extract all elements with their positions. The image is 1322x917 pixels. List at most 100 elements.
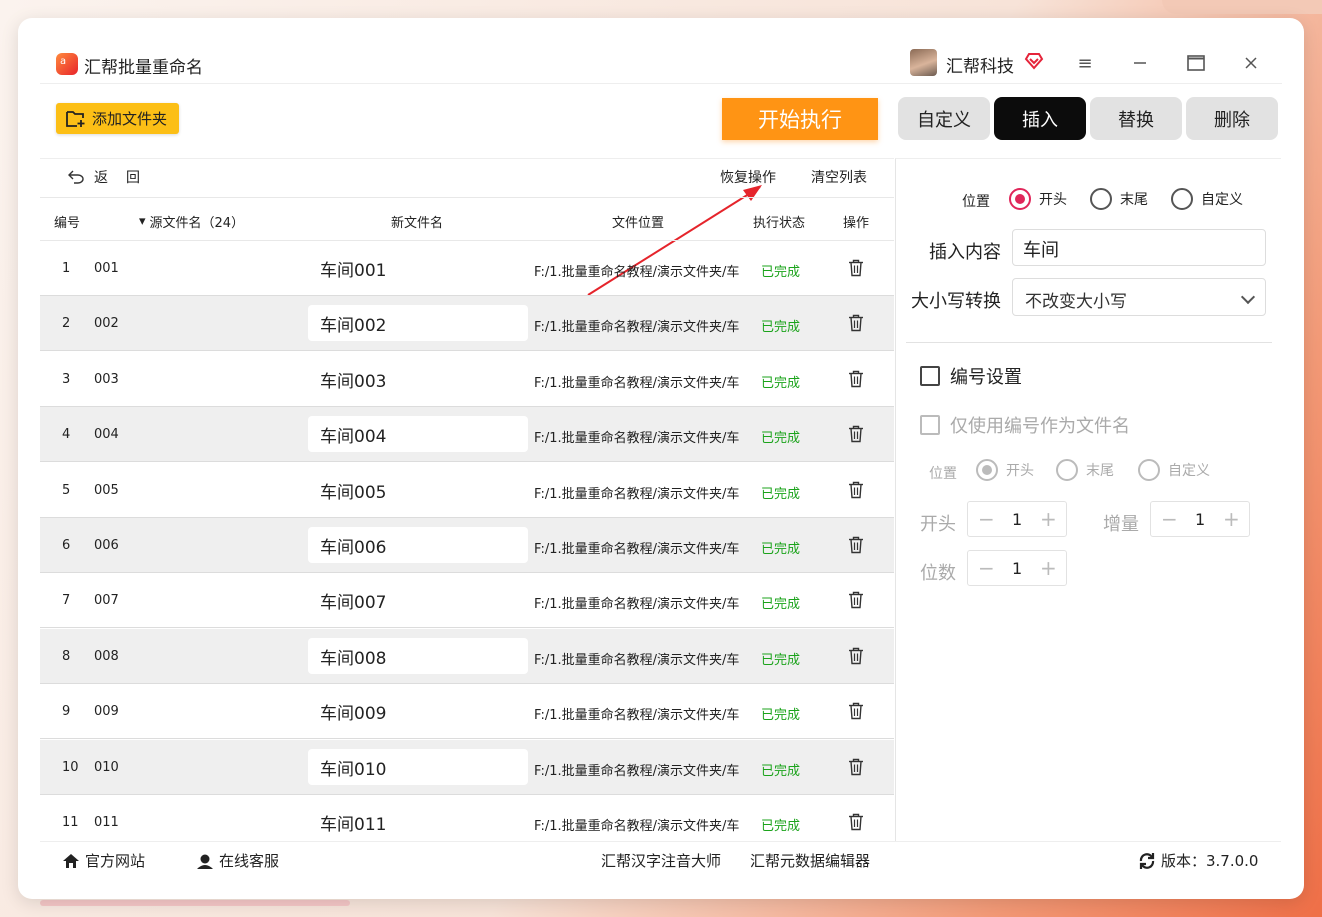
tab-replace[interactable]: 替换 [1090,97,1182,140]
add-folder-button[interactable]: 添加文件夹 [56,103,179,134]
back-button[interactable]: 返 回 [68,167,140,187]
row-file-location: F:/1.批量重命名教程/演示文件夹/车 [534,542,740,557]
step-stepper[interactable]: −1 + [1150,501,1250,537]
row-new-name-field[interactable]: 车间008 [308,637,528,674]
num-radio-end[interactable]: 末尾 [1056,459,1114,481]
num-radio-start[interactable]: 开头 [976,459,1034,481]
row-source-name: 006 [94,538,119,553]
divider [906,342,1272,343]
insert-content-label: 插入内容 [929,242,1001,263]
website-link[interactable]: 官方网站 [62,850,145,871]
start-button[interactable]: 开始执行 [722,98,878,140]
plus-icon[interactable]: + [1040,507,1057,531]
num-position-label: 位置 [929,466,957,482]
row-new-name-field[interactable]: 车间002 [308,305,528,342]
row-new-name-field[interactable]: 车间007 [308,582,528,618]
row-status: 已完成 [761,486,801,502]
tool-link-pinyin[interactable]: 汇帮汉字注音大师 [601,850,721,871]
trash-icon[interactable] [848,481,864,499]
vip-heart-icon[interactable] [1024,51,1044,71]
table-row[interactable]: 6 006 车间006 F:/1.批量重命名教程/演示文件夹/车 已完成 [40,518,894,573]
file-list-panel: 返 回 恢复操作 清空列表 编号 ▾ 源文件名（24） 新文件名 文件位置 执行… [40,158,894,841]
user-name[interactable]: 汇帮科技 [946,52,1014,77]
row-file-location: F:/1.批量重命名教程/演示文件夹/车 [534,597,740,613]
row-status: 已完成 [761,375,801,391]
support-icon [197,854,213,869]
table-row[interactable]: 1 001 车间001 F:/1.批量重命名教程/演示文件夹/车 已完成 [40,241,894,296]
minus-icon[interactable]: − [978,556,995,580]
trash-icon[interactable] [848,425,864,443]
row-source-name: 008 [94,648,119,664]
trash-icon[interactable] [848,259,864,277]
chevron-down-icon [1240,289,1256,305]
menu-icon[interactable]: ≡ [1070,48,1100,78]
table-row[interactable]: 4 004 车间004 F:/1.批量重命名教程/演示文件夹/车 已完成 [40,407,894,463]
row-source-name: 007 [94,593,119,609]
trash-icon[interactable] [848,647,864,665]
row-new-name-field[interactable]: 车间004 [308,416,528,453]
case-select[interactable]: 不改变大小写 [1012,278,1266,316]
row-source-name: 003 [94,371,119,387]
table-row[interactable]: 7 007 车间007 F:/1.批量重命名教程/演示文件夹/车 已完成 [40,573,894,629]
num-radio-custom[interactable]: 自定义 [1138,459,1210,481]
close-icon[interactable] [1236,48,1266,78]
trash-icon[interactable] [848,758,864,776]
trash-icon[interactable] [848,314,864,332]
maximize-icon[interactable] [1181,48,1211,78]
row-source-name: 002 [94,316,119,332]
row-new-name-field[interactable]: 车间005 [308,472,528,508]
row-new-name-field[interactable]: 车间006 [308,527,528,563]
row-index: 8 [62,648,71,664]
refresh-icon[interactable] [1138,852,1156,870]
start-stepper[interactable]: −1 + [967,501,1067,537]
radio-end[interactable]: 末尾 [1090,188,1148,210]
radio-custom[interactable]: 自定义 [1171,188,1243,210]
plus-icon[interactable]: + [1040,556,1057,580]
trash-icon[interactable] [848,702,864,720]
support-link[interactable]: 在线客服 [196,850,279,871]
digits-stepper[interactable]: −1 + [967,550,1067,586]
table-row[interactable]: 5 005 车间005 F:/1.批量重命名教程/演示文件夹/车 已完成 [40,463,894,518]
clear-list-button[interactable]: 清空列表 [811,167,867,187]
row-index: 11 [62,815,79,830]
trash-icon[interactable] [848,370,864,388]
row-file-location: F:/1.批量重命名教程/演示文件夹/车 [534,486,740,502]
table-row[interactable]: 11 011 车间011 F:/1.批量重命名教程/演示文件夹/车 已完成 [40,795,894,842]
row-new-name-field[interactable]: 车间009 [308,693,528,729]
row-status: 已完成 [761,597,801,613]
row-status: 已完成 [761,763,801,779]
tab-delete[interactable]: 删除 [1186,97,1278,140]
header-index: 编号 [54,216,81,231]
table-row[interactable]: 8 008 车间008 F:/1.批量重命名教程/演示文件夹/车 已完成 [40,628,894,684]
tool-link-metadata[interactable]: 汇帮元数据编辑器 [750,850,870,871]
radio-start[interactable]: 开头 [1009,188,1067,210]
table-row[interactable]: 3 003 车间003 F:/1.批量重命名教程/演示文件夹/车 已完成 [40,352,894,407]
row-status: 已完成 [761,542,801,557]
row-new-name-field[interactable]: 车间011 [308,804,528,840]
row-status: 已完成 [761,708,801,724]
tab-custom[interactable]: 自定义 [898,97,990,140]
insert-content-input[interactable]: 车间 [1012,229,1266,266]
trash-icon[interactable] [848,536,864,554]
tab-insert[interactable]: 插入 [994,97,1086,140]
footer: 官方网站 在线客服 汇帮汉字注音大师 汇帮元数据编辑器 版本：3.7.0.0 [40,841,1281,877]
table-row[interactable]: 9 009 车间009 F:/1.批量重命名教程/演示文件夹/车 已完成 [40,684,894,740]
row-new-name-field[interactable]: 车间010 [308,748,528,785]
row-index: 4 [62,427,71,443]
table-row[interactable]: 2 002 车间002 F:/1.批量重命名教程/演示文件夹/车 已完成 [40,296,894,352]
minimize-icon[interactable] [1125,48,1155,78]
plus-icon[interactable]: + [1223,507,1240,531]
row-file-location: F:/1.批量重命名教程/演示文件夹/车 [534,265,740,280]
trash-icon[interactable] [848,813,864,831]
trash-icon[interactable] [848,591,864,609]
minus-icon[interactable]: − [1161,507,1178,531]
row-new-name-field[interactable]: 车间001 [308,250,528,286]
table-row[interactable]: 10 010 车间010 F:/1.批量重命名教程/演示文件夹/车 已完成 [40,739,894,795]
header-source[interactable]: ▾ 源文件名（24） [139,212,244,231]
avatar[interactable] [910,49,937,76]
version-info: 版本：3.7.0.0 [1138,850,1258,871]
row-new-name-field[interactable]: 车间003 [308,361,528,397]
numbering-only-checkbox[interactable]: 仅使用编号作为文件名 [920,412,1130,438]
minus-icon[interactable]: − [978,507,995,531]
numbering-checkbox[interactable]: 编号设置 [920,363,1022,389]
